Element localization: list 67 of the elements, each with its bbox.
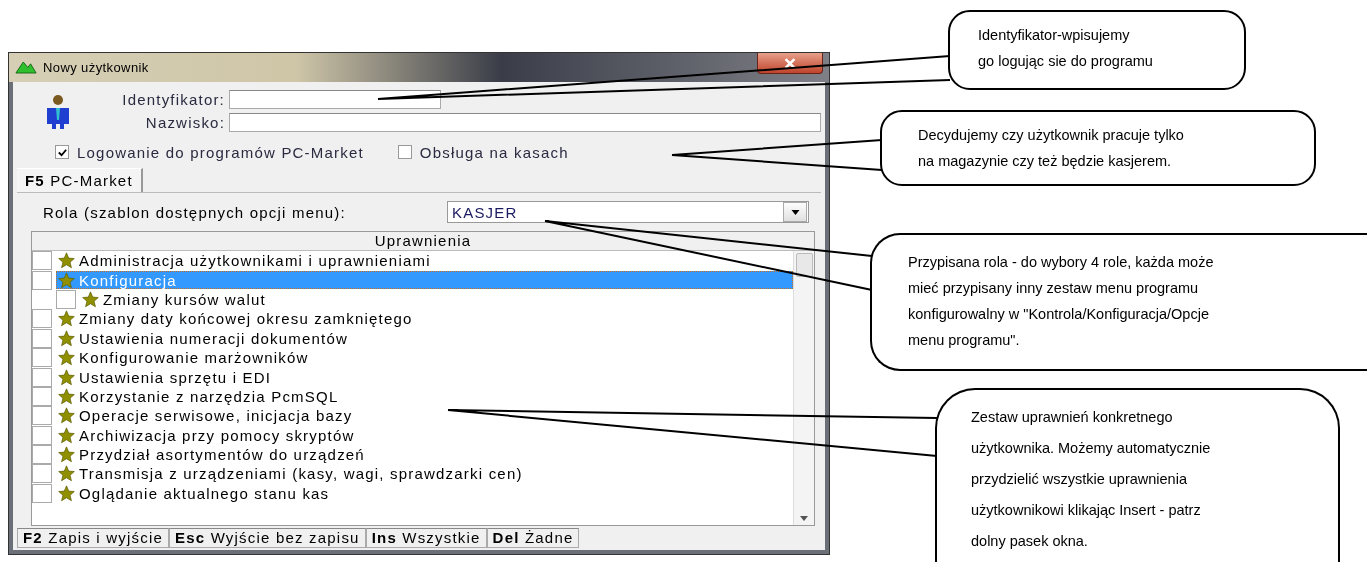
checkbox[interactable] [32, 270, 52, 290]
dropdown-button[interactable] [783, 202, 807, 222]
star-icon [57, 465, 76, 483]
star-icon [57, 368, 76, 386]
close-button[interactable] [757, 53, 823, 74]
scroll-down-icon[interactable] [800, 516, 808, 521]
star-icon [57, 329, 76, 347]
star-icon [57, 446, 76, 464]
star-icon [57, 407, 76, 425]
permission-item[interactable]: Zmiany kursów walut [80, 290, 793, 309]
callout-text: Identyfikator-wpisujemy go logując sie do programu [978, 26, 1154, 71]
permission-item[interactable]: Konfigurowanie marżowników [56, 348, 793, 367]
star-icon [57, 252, 76, 270]
close-icon [783, 57, 797, 69]
field-label: Identyfikator: [121, 91, 225, 108]
star-icon [57, 426, 76, 444]
caret-icon [790, 209, 800, 215]
shortcut-hint[interactable]: Esc Wyjście bez zapisu [168, 528, 366, 548]
callout-text: Zestaw uprawnień konkretnego użytkownika. Możemy automatycznie przydzielić wszystkie uprawnienia użytkownikowi klikając Insert - patrz dolny pasek okna. [971, 408, 1212, 551]
field-label: Nazwisko: [144, 114, 225, 131]
permission-item[interactable]: Zmiany daty końcowej okresu zamkniętego [56, 309, 793, 328]
input-field[interactable] [229, 113, 821, 132]
callout-text: Przypisana rola - do wybory 4 role, każda może mieć przypisany inny zestaw menu programu konfigurowalny w "Kontrola/Konfiguracja/Opcje menu programu". [908, 253, 1215, 350]
checkbox[interactable] [32, 251, 52, 271]
app-icon [15, 60, 37, 75]
checkbox[interactable] [32, 445, 52, 465]
person-icon [45, 94, 71, 130]
checkbox[interactable] [32, 406, 52, 426]
checkbox[interactable] [32, 348, 52, 368]
shortcut-hint[interactable]: F2 Zapis i wyjście [17, 528, 169, 548]
column-header: Uprawnienia [32, 232, 814, 251]
star-icon [57, 387, 76, 405]
permission-item[interactable]: Archiwizacja przy pomocy skryptów [56, 426, 793, 445]
checkbox-label: Obsługa na kasach [419, 143, 569, 161]
permission-item[interactable]: Oglądanie aktualnego stanu kas [56, 484, 793, 503]
permission-item[interactable]: Korzystanie z narzędzia PcmSQL [56, 387, 793, 406]
scrollbar[interactable] [793, 251, 814, 525]
permission-item[interactable]: Ustawienia numeracji dokumentów [56, 329, 793, 348]
shortcut-hint[interactable]: Del Żadne [486, 528, 580, 548]
checkbox[interactable] [32, 464, 52, 484]
checkbox[interactable] [32, 328, 52, 348]
tab[interactable]: F5 PC-Market [17, 168, 143, 192]
star-icon [57, 349, 76, 367]
star-icon [57, 484, 76, 502]
permission-item[interactable]: Administracja użytkownikami i uprawnieniami [56, 251, 793, 270]
star-icon [57, 310, 76, 328]
role-dropdown[interactable]: KASJER [447, 201, 809, 223]
shortcut-hint[interactable]: Ins Wszystkie [365, 528, 487, 548]
checkbox[interactable] [32, 483, 52, 503]
star-icon [81, 290, 100, 308]
checkbox[interactable] [397, 145, 412, 159]
checkbox[interactable] [56, 289, 76, 309]
permission-item[interactable]: Przydział asortymentów do urządzeń [56, 445, 793, 464]
scrollbar-thumb[interactable] [796, 253, 813, 277]
callout-text: Decydujemy czy użytkownik pracuje tylko na magazynie czy też będzie kasjerem. [918, 126, 1185, 171]
permission-item[interactable]: Operacje serwisowe, inicjacja bazy [56, 406, 793, 425]
checkbox[interactable] [55, 145, 69, 159]
window-title: Nowy użytkownik [43, 60, 149, 75]
star-icon [57, 271, 76, 289]
role-label: Rola (szablon dostępnych opcji menu): [43, 203, 346, 221]
checkbox[interactable] [32, 367, 52, 387]
input-field[interactable] [229, 90, 441, 109]
checkbox[interactable] [32, 425, 52, 445]
permission-item[interactable]: Transmisja z urządzeniami (kasy, wagi, sprawdzarki cen) [56, 465, 793, 483]
checkbox-label: Logowanie do programów PC-Market [77, 143, 364, 161]
permission-item[interactable]: Ustawienia sprzętu i EDI [56, 368, 793, 387]
checkbox[interactable] [32, 309, 52, 329]
